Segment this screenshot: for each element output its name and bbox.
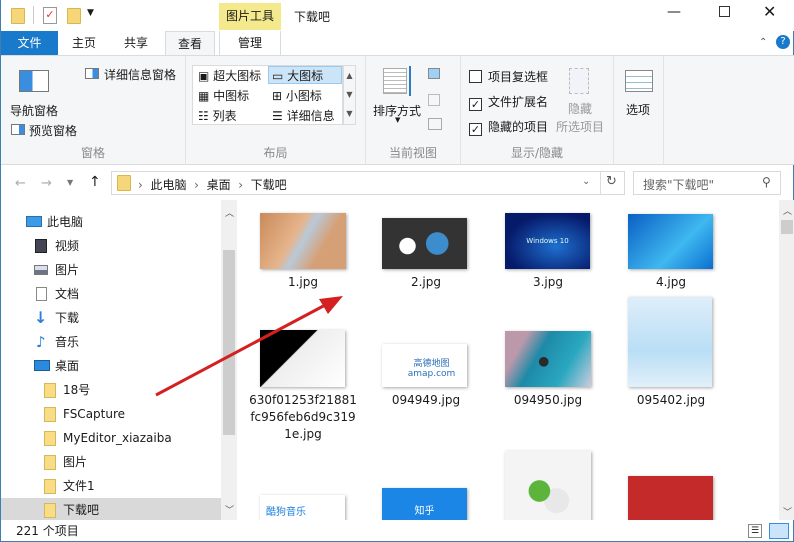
status-bar: 221 个项目 ☰ bbox=[1, 520, 794, 542]
large-icons-view-button[interactable] bbox=[769, 523, 789, 539]
details-view-button[interactable]: ☰ bbox=[748, 524, 762, 538]
annotation-arrow bbox=[155, 296, 343, 397]
arrow-head bbox=[319, 296, 343, 314]
arrow-shaft bbox=[155, 301, 330, 397]
item-count: 221 个项目 bbox=[16, 524, 79, 538]
explorer-window: ✓ ▼ 图片工具 下载吧 — ✕ 文件 主页 共享 查看 管理 ⌃ ? 导航窗格… bbox=[0, 0, 794, 542]
